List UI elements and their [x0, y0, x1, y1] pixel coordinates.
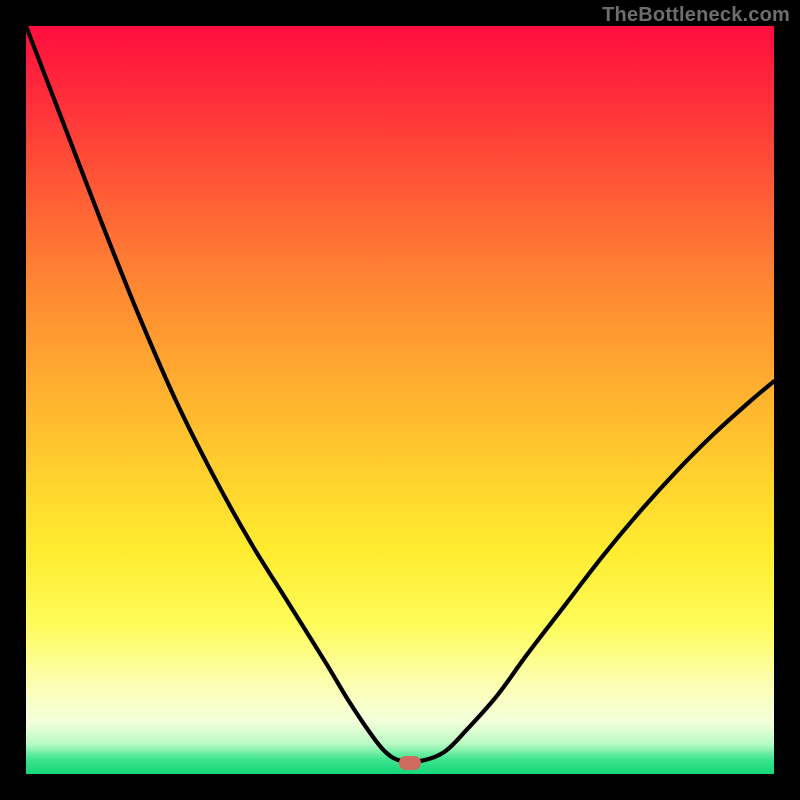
- chart-frame: TheBottleneck.com: [0, 0, 800, 800]
- bottleneck-curve: [26, 26, 774, 774]
- optimal-point-marker: [399, 756, 421, 770]
- plot-area: [26, 26, 774, 774]
- watermark-text: TheBottleneck.com: [602, 4, 790, 27]
